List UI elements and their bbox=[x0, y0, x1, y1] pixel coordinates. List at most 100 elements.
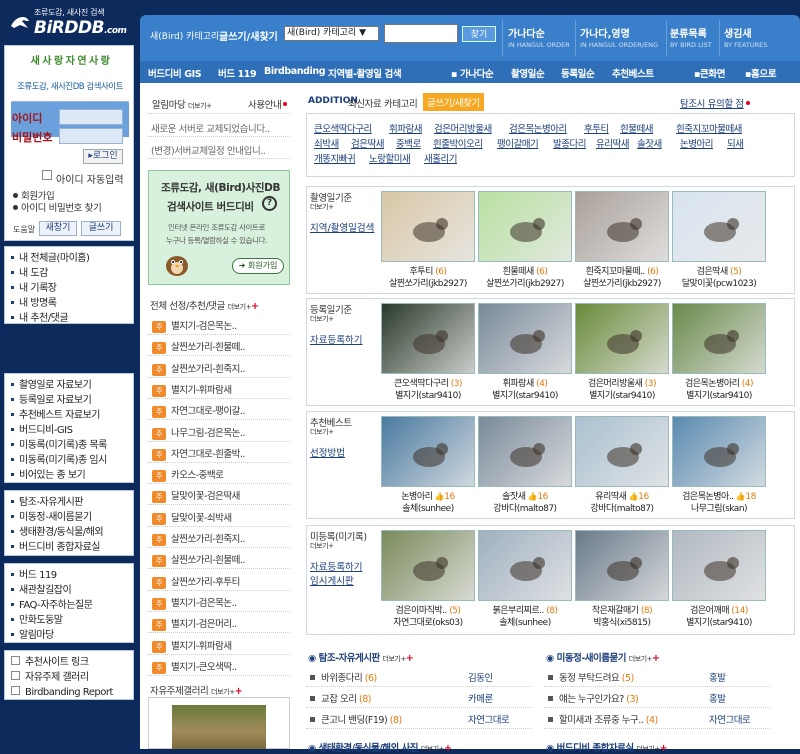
data-menu-item[interactable]: 등록일로 자료보기 bbox=[11, 393, 127, 408]
bird-photo[interactable] bbox=[672, 303, 766, 374]
recommend-item[interactable]: 주 달맞이꽃-검은딱새 bbox=[152, 488, 288, 504]
photo-caption[interactable]: 검은머리방울새 (3) bbox=[572, 378, 672, 390]
bird-tag[interactable]: 새홀리기 bbox=[424, 151, 457, 165]
bird-tag[interactable]: 논병아리 bbox=[680, 136, 713, 150]
board-row-user[interactable]: 자연그대로 bbox=[709, 712, 751, 726]
bird-tag[interactable]: 큰오색딱다구리 bbox=[314, 121, 372, 135]
free-board-title[interactable]: ◉ 탐조-자유게시판 더보기++ bbox=[308, 650, 414, 664]
auto-login-checkbox[interactable] bbox=[42, 170, 52, 180]
section-link[interactable]: 자료등록하기 bbox=[310, 559, 362, 573]
my-menu-item[interactable]: 내 기록장 bbox=[11, 281, 127, 296]
links-menu-item[interactable]: 추천사이트 링크 bbox=[11, 655, 127, 670]
subnav-birdbanding[interactable]: Birdbanding bbox=[264, 66, 326, 77]
home-link[interactable]: ▪홈으로 bbox=[745, 66, 776, 80]
photo-user[interactable]: 박홍식(xi5815) bbox=[572, 617, 672, 629]
photo-user[interactable]: 살찐쏘가리(jkb2927) bbox=[475, 278, 575, 290]
subnav-bird119[interactable]: 버드 119 bbox=[218, 66, 257, 80]
bird-photo[interactable] bbox=[672, 416, 766, 487]
photo-caption[interactable]: 검은목논병아리 (4) bbox=[669, 378, 769, 390]
links-menu-item[interactable]: Birdbanding Report bbox=[11, 685, 127, 700]
search-input[interactable] bbox=[384, 24, 458, 43]
photo-user[interactable]: 솔체(sunhee) bbox=[378, 503, 478, 515]
help-icon[interactable]: ? bbox=[262, 196, 277, 211]
bird-photo[interactable] bbox=[381, 191, 475, 262]
links-menu-item[interactable]: 자유주제 갤러리 bbox=[11, 670, 127, 685]
notice-item[interactable]: 새로운 서버로 교체되었습니다.. bbox=[151, 121, 270, 135]
photo-caption[interactable]: 작은재갈매기 (8) bbox=[572, 605, 672, 617]
section-link[interactable]: 지역/촬영일검색 bbox=[310, 220, 374, 234]
nav-hangul-eng[interactable]: 가나다,영명 bbox=[580, 25, 630, 40]
subnav-best[interactable]: 추천베스트 bbox=[612, 66, 654, 80]
bird-photo[interactable] bbox=[575, 191, 669, 262]
board-row[interactable]: 할미새과 조류중 누구.. (4) bbox=[548, 712, 658, 726]
wide-screen-link[interactable]: ▪큰화면 bbox=[694, 66, 725, 80]
write-button[interactable]: 글쓰기 bbox=[81, 221, 121, 236]
photo-user[interactable]: 살찐쏘가리(jkb2927) bbox=[572, 278, 672, 290]
bird-tag[interactable]: 후투티 bbox=[584, 121, 609, 135]
board-row[interactable]: 큰고니 밴딩(F19) (8) bbox=[310, 712, 402, 726]
nav-hangul-order[interactable]: 가나다순 bbox=[508, 25, 545, 40]
bird-photo[interactable] bbox=[478, 530, 572, 601]
photo-user[interactable]: 강바다(malto87) bbox=[572, 503, 672, 515]
recommend-item[interactable]: 주 별지기-검은목논.. bbox=[152, 318, 288, 333]
find-account-link[interactable]: 아이디 비밀번호 찾기 bbox=[13, 200, 102, 214]
misc-menu-item[interactable]: 알림마당 bbox=[11, 628, 127, 643]
bird-tag[interactable]: 개똥지빠귀 bbox=[314, 151, 356, 165]
gallery-title[interactable]: 자유주제갤러리 더보기++ bbox=[150, 683, 243, 697]
section-link[interactable]: 선정방법 bbox=[310, 445, 345, 459]
bird-photo[interactable] bbox=[478, 191, 572, 262]
id-board-title[interactable]: ◉ 미동정-새이름묻기 더보기++ bbox=[546, 650, 660, 664]
board-menu-item[interactable]: 탐조-자유게시판 bbox=[11, 495, 127, 510]
recommend-item[interactable]: 주 카오스-중백로 bbox=[152, 467, 288, 483]
photo-caption[interactable]: 붉은부리찌르.. (8) bbox=[475, 605, 575, 617]
my-menu-item[interactable]: 내 방명록 bbox=[11, 296, 127, 311]
board-row-user[interactable]: 홍발 bbox=[709, 691, 726, 705]
recommend-item[interactable]: 주 살찐쏘가리-후투티 bbox=[152, 574, 288, 589]
bird-photo[interactable] bbox=[478, 416, 572, 487]
bird-tag[interactable]: 흰물떼새 bbox=[620, 121, 653, 135]
birding-notice-link[interactable]: 탐조시 유의할 점 bbox=[680, 96, 750, 110]
recommend-item[interactable]: 주 자연그대로-흰줄박.. bbox=[152, 446, 288, 461]
board-row[interactable]: 얘는 누구인가요? (3) bbox=[548, 691, 639, 705]
bird-tag[interactable]: 노랑할미새 bbox=[369, 151, 411, 165]
data-menu-item[interactable]: 비어있는 종 보기 bbox=[11, 468, 127, 483]
board-row-user[interactable]: 자연그대로 bbox=[468, 712, 510, 726]
board-menu-item[interactable]: 미동정-새이름묻기 bbox=[11, 510, 127, 525]
bird-photo[interactable] bbox=[575, 416, 669, 487]
photo-user[interactable]: 달맞이꽃(pcw1023) bbox=[669, 278, 769, 290]
recommend-item[interactable]: 주 나무그림-검은목논.. bbox=[152, 425, 288, 440]
recommend-title[interactable]: 전체 선정/추천/댓글 더보기++ bbox=[150, 298, 259, 312]
subnav-sort-reg[interactable]: 등록일순 bbox=[561, 66, 595, 80]
section-more-link[interactable]: 더보기+ bbox=[310, 202, 334, 212]
bird-photo[interactable] bbox=[672, 530, 766, 601]
board-row-user[interactable]: 카메룬 bbox=[468, 691, 493, 705]
photo-user[interactable]: 별지기(star9410) bbox=[669, 390, 769, 402]
data-menu-item[interactable]: 추천베스트 자료보기 bbox=[11, 408, 127, 423]
bird-photo[interactable] bbox=[381, 416, 475, 487]
bird-tag[interactable]: 흰죽지꼬마물떼새 bbox=[676, 121, 742, 135]
photo-caption[interactable]: 검은딱새 (5) bbox=[669, 266, 769, 278]
my-menu-item[interactable]: 내 전체글(마이홈) bbox=[11, 251, 127, 266]
photo-user[interactable]: 별지기(star9410) bbox=[378, 390, 478, 402]
recommend-item[interactable]: 주 자연그대로-팽이갈.. bbox=[152, 403, 288, 419]
photo-user[interactable]: 별지기(star9410) bbox=[669, 617, 769, 629]
recommend-item[interactable]: 주 별지기-검은머리.. bbox=[152, 616, 288, 632]
data-menu-item[interactable]: 미동록(미기록)종 목록 bbox=[11, 438, 127, 453]
recommend-item[interactable]: 주 살찐쏘가리-흰죽지.. bbox=[152, 531, 288, 546]
nav-features[interactable]: 생김새 bbox=[724, 25, 752, 40]
archive-board-title[interactable]: ◉ 버드디비 종합자료실 더보기++ bbox=[546, 740, 668, 754]
bird-tag[interactable]: 중백로 bbox=[396, 136, 421, 150]
bird-photo[interactable] bbox=[381, 303, 475, 374]
photo-caption[interactable]: 후투티 (6) bbox=[378, 266, 478, 278]
bird-tag[interactable]: 휘파람새 bbox=[389, 121, 422, 135]
bird-photo[interactable] bbox=[672, 191, 766, 262]
bird-tag[interactable]: 검은딱새 bbox=[351, 136, 384, 150]
section-link[interactable]: 임시게시판 bbox=[310, 573, 354, 587]
recommend-item[interactable]: 주 살찐쏘가리-흰물떼.. bbox=[152, 339, 288, 355]
eco-board-title[interactable]: ◉ 생태환경/동식물/해외 사진 더보기++ bbox=[308, 740, 452, 754]
subnav-sort-shot[interactable]: 촬영일순 bbox=[511, 66, 545, 80]
bird-tag[interactable]: 흰줄박이오리 bbox=[433, 136, 483, 150]
photo-caption[interactable]: 유리딱새 👍16 bbox=[572, 491, 672, 503]
misc-menu-item[interactable]: 버드 119 bbox=[11, 568, 127, 583]
recommend-item[interactable]: 주 달맞이꽃-쇠박새 bbox=[152, 510, 288, 525]
